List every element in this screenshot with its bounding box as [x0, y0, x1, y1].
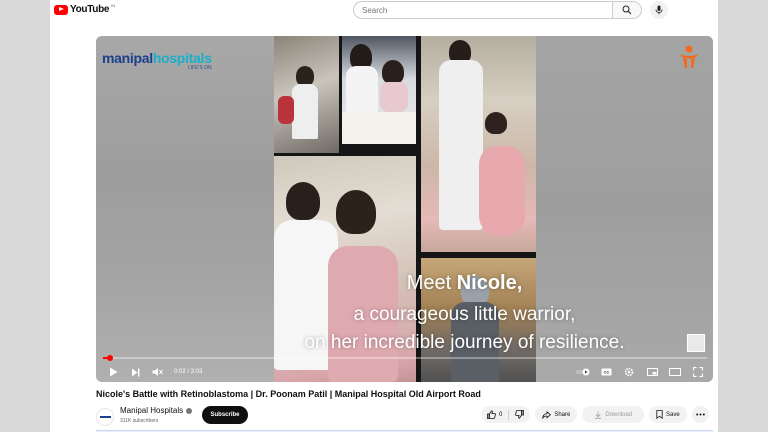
play-button[interactable]: [102, 362, 124, 382]
mute-button[interactable]: [146, 362, 168, 382]
video-actions: 0 Share Download Save: [481, 406, 709, 423]
channel-name-link[interactable]: Manipal Hospitals: [120, 406, 193, 415]
autoplay-toggle[interactable]: [572, 362, 594, 382]
download-button[interactable]: Download: [582, 406, 645, 423]
photo-collage: [274, 36, 536, 382]
fullscreen-button[interactable]: [687, 362, 709, 382]
search-button[interactable]: [612, 1, 642, 19]
share-button[interactable]: Share: [535, 406, 578, 423]
download-label: Download: [605, 411, 633, 418]
miniplayer-button[interactable]: [641, 362, 663, 382]
time-display: 0:02 / 3:03: [174, 369, 203, 375]
brand-name-part2: hospitals: [152, 50, 212, 66]
captions-icon: CC: [601, 368, 611, 376]
mic-icon: [655, 5, 663, 15]
video-title: Nicole's Battle with Retinoblastoma | Dr…: [96, 389, 481, 399]
bookmark-icon: [656, 410, 663, 419]
save-button[interactable]: Save: [649, 406, 687, 423]
next-icon: [131, 368, 139, 376]
caption-line-2: a courageous little warrior,: [353, 304, 576, 325]
video-blur-right: [535, 36, 713, 382]
brand-name-part1: manipal: [102, 50, 153, 66]
verified-badge-icon: [186, 407, 193, 414]
logo-country-code: IN: [111, 3, 116, 8]
manipal-flame-icon: [680, 45, 698, 68]
svg-text:CC: CC: [603, 370, 609, 375]
progress-bar[interactable]: [103, 355, 707, 361]
theater-mode-button[interactable]: [664, 362, 686, 382]
video-player[interactable]: manipalhospitals LIFE'S ON Meet Nicole, …: [96, 36, 713, 382]
caption-line-1-name: Nicole,: [456, 272, 523, 294]
captions-button[interactable]: CC: [595, 362, 617, 382]
settings-button[interactable]: [618, 362, 640, 382]
share-label: Share: [554, 411, 571, 418]
photo-doctor-standing-with-child: [421, 36, 536, 252]
voice-search-button[interactable]: [650, 1, 668, 19]
search-bar: [353, 1, 642, 19]
like-count: 0: [499, 411, 503, 418]
download-icon: [595, 411, 602, 419]
thumbs-up-icon: [487, 410, 496, 419]
photo-doctor-with-child: [342, 36, 416, 144]
fullscreen-icon: [693, 367, 703, 377]
share-icon: [542, 410, 552, 419]
channel-avatar[interactable]: [96, 408, 114, 426]
endscreen-thumbnail[interactable]: [687, 334, 705, 352]
player-controls: 0:02 / 3:03 CC: [96, 362, 713, 382]
save-label: Save: [666, 411, 680, 418]
thumbs-down-icon: [515, 410, 525, 419]
logo-text: YouTube: [70, 4, 110, 15]
player-controls-right: CC: [572, 362, 709, 382]
autoplay-toggle-icon: [575, 368, 590, 376]
youtube-logo[interactable]: YouTube IN: [54, 3, 116, 15]
brand-name: manipalhospitals: [102, 50, 212, 66]
subscriber-count: 311K subscribers: [120, 418, 159, 424]
caption-line-3: on her incredible journey of resilience.: [304, 332, 625, 353]
caption-line-1: Meet Nicole,: [156, 272, 713, 295]
caption-line-1-prefix: Meet: [406, 272, 457, 294]
miniplayer-icon: [646, 368, 658, 376]
mute-icon: [152, 368, 163, 376]
search-icon: [622, 5, 632, 15]
play-icon: [109, 367, 117, 377]
next-button[interactable]: [124, 362, 146, 382]
more-actions-button[interactable]: [691, 406, 709, 423]
subscribe-button[interactable]: Subscribe: [202, 406, 248, 424]
manipal-brand-logo: manipalhospitals LIFE'S ON: [102, 50, 212, 71]
youtube-page: YouTube IN Search manipalhospitals LIFE'…: [50, 0, 718, 432]
like-dislike-group: 0: [481, 406, 531, 423]
browser-frame: YouTube IN Search manipalhospitals LIFE'…: [0, 0, 768, 432]
photo-doctor-clinic: [274, 36, 339, 153]
settings-icon: [624, 367, 634, 377]
theater-icon: [669, 368, 681, 376]
progress-scrubber-handle[interactable]: [106, 355, 113, 361]
like-button[interactable]: 0: [481, 406, 508, 423]
channel-name: Manipal Hospitals: [120, 406, 184, 415]
dislike-button[interactable]: [509, 406, 530, 423]
more-horizontal-icon: [695, 413, 705, 416]
search-input[interactable]: [353, 1, 612, 19]
video-blur-left: [96, 36, 274, 382]
youtube-play-logo-icon: [54, 4, 68, 15]
